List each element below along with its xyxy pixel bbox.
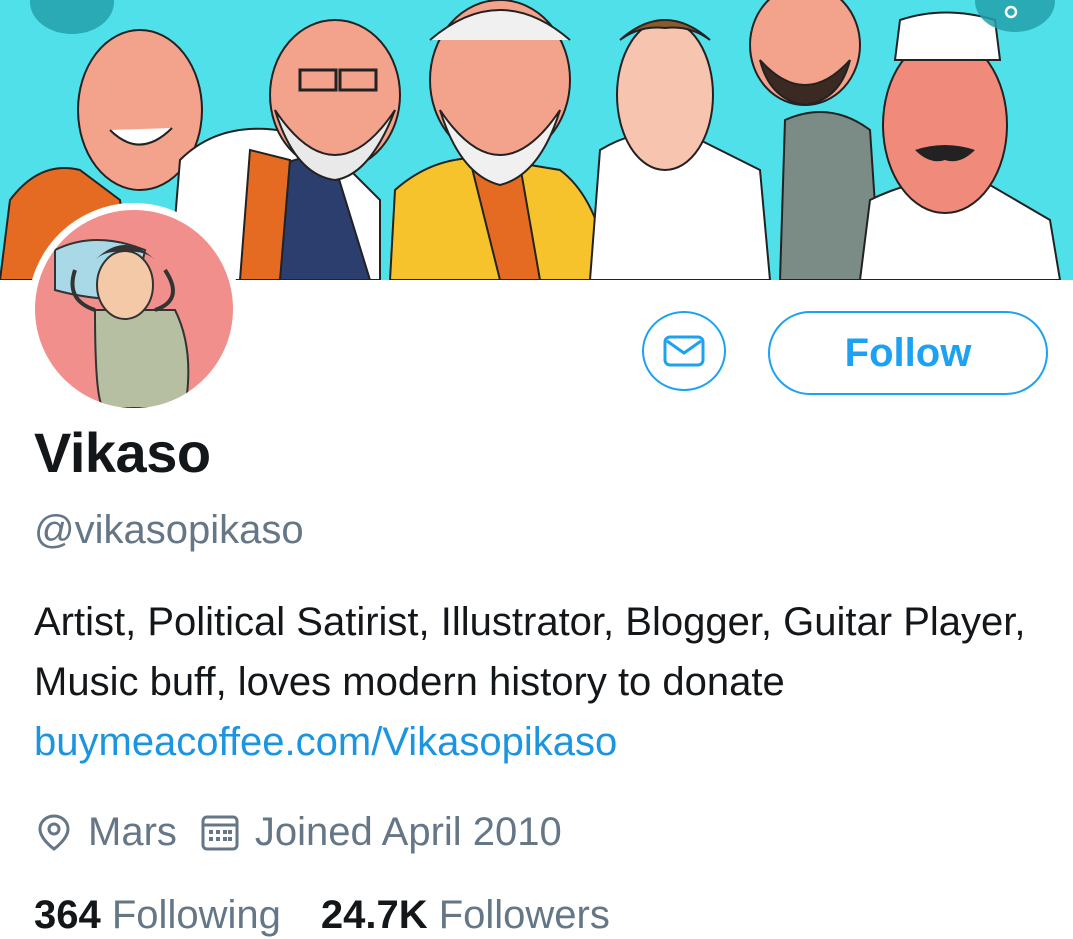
- profile-location: Mars: [88, 809, 177, 854]
- profile-joined-date: Joined April 2010: [254, 809, 562, 854]
- following-label: Following: [111, 893, 281, 937]
- bio-link[interactable]: buymeacoffee.com/Vikasopikaso: [34, 720, 617, 764]
- envelope-icon: [663, 335, 705, 367]
- followers-stat[interactable]: 24.7K Followers: [321, 893, 610, 937]
- profile-page: Follow Vikaso @vikasopikaso Artist, Poli…: [0, 0, 1073, 939]
- message-button[interactable]: [642, 311, 726, 391]
- location-pin-icon: [34, 812, 74, 852]
- follow-button-label: Follow: [844, 330, 972, 375]
- following-stat[interactable]: 364 Following: [34, 893, 281, 937]
- bio-text: Artist, Political Satirist, Illustrator,…: [34, 600, 1026, 704]
- profile-stats: 364 Following 24.7K Followers: [34, 893, 610, 938]
- profile-meta: Mars Joined April 2010: [34, 806, 562, 858]
- more-options-button[interactable]: [975, 0, 1055, 32]
- calendar-icon: [199, 811, 241, 853]
- profile-bio: Artist, Political Satirist, Illustrator,…: [34, 592, 1044, 772]
- followers-label: Followers: [438, 893, 610, 937]
- avatar-image: [35, 210, 233, 408]
- avatar[interactable]: [28, 203, 240, 415]
- following-count: 364: [34, 893, 101, 937]
- follow-button[interactable]: Follow: [768, 311, 1048, 395]
- followers-count: 24.7K: [320, 893, 428, 937]
- profile-name: Vikaso: [34, 421, 211, 484]
- profile-handle: @vikasopikaso: [34, 508, 304, 552]
- more-icon: [1004, 5, 1018, 19]
